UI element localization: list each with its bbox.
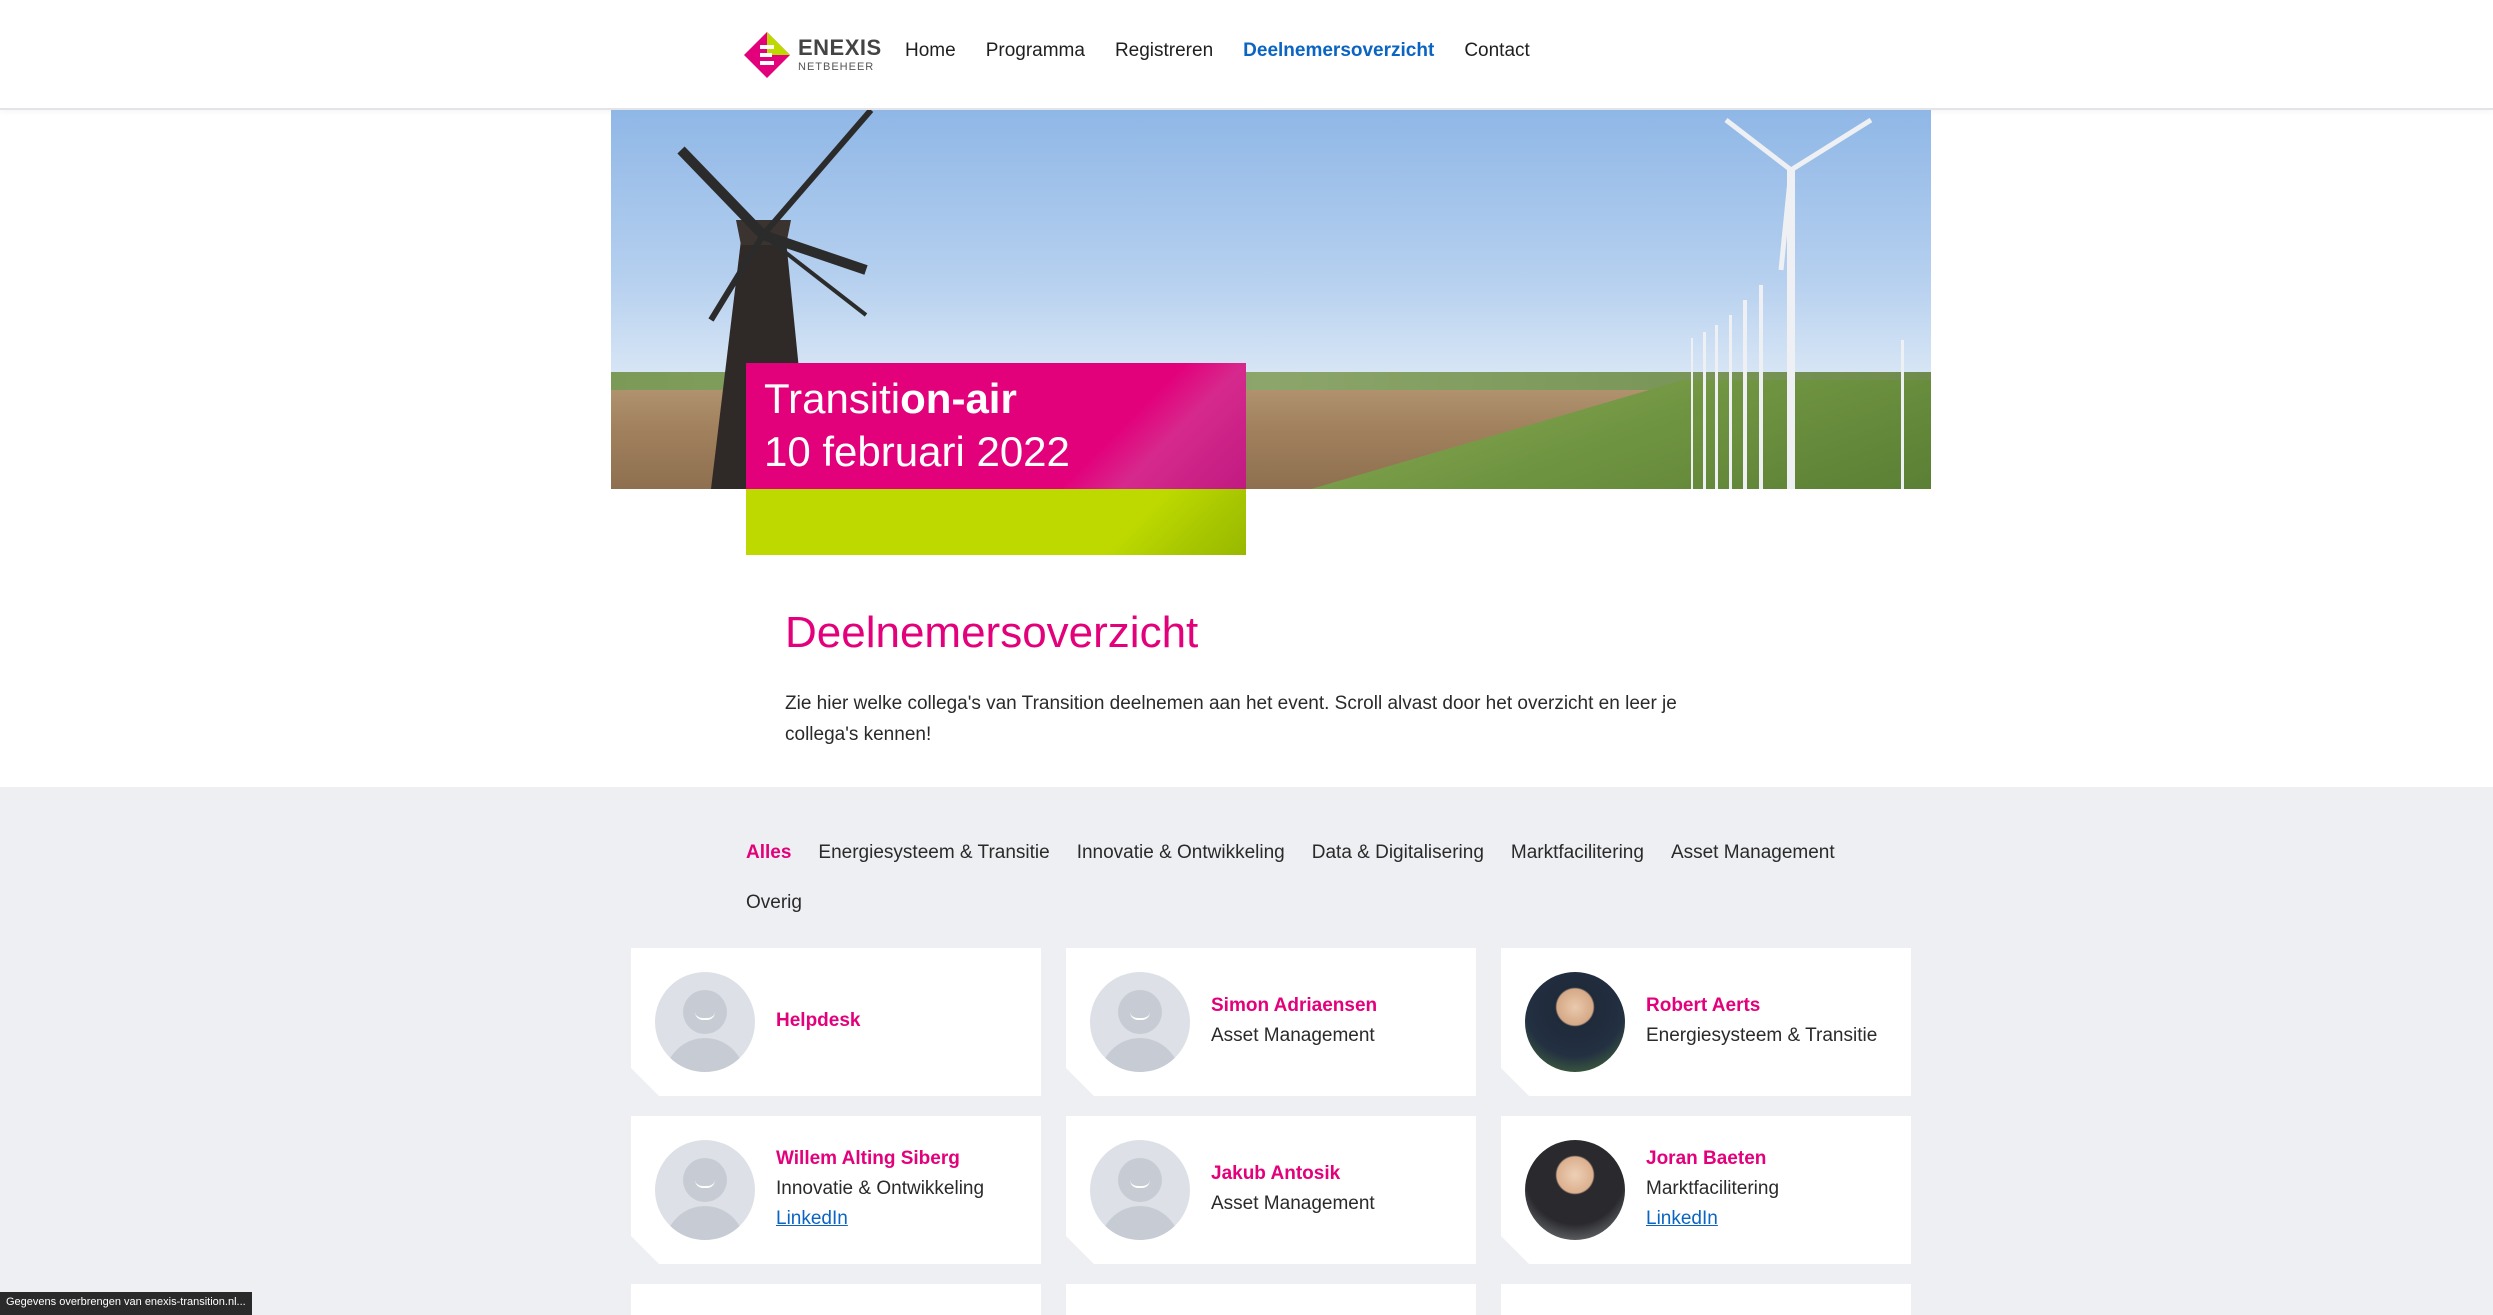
avatar-placeholder xyxy=(655,1140,755,1240)
filter-marktfacilitering[interactable]: Marktfacilitering xyxy=(1511,842,1644,864)
participant-department: Marktfacilitering xyxy=(1646,1178,1780,1199)
participant-name: Simon Adriaensen xyxy=(1211,995,1378,1016)
event-date: 10 februari 2022 xyxy=(764,428,1070,475)
nav-home[interactable]: Home xyxy=(905,40,956,62)
avatar-placeholder xyxy=(1090,972,1190,1072)
nav-programma[interactable]: Programma xyxy=(986,40,1085,62)
intro-text: Zie hier welke collega's van Transition … xyxy=(785,693,1677,745)
linkedin-link[interactable]: LinkedIn xyxy=(1646,1208,1718,1230)
enexis-logo[interactable]: ENEXIS NETBEHEER xyxy=(744,30,881,80)
event-title: Transition-air xyxy=(764,375,1017,422)
participant-card[interactable]: Joran Baeten Marktfacilitering LinkedIn xyxy=(1501,1116,1911,1264)
filter-alles[interactable]: Alles xyxy=(746,842,791,864)
filter-overig[interactable]: Overig xyxy=(746,892,802,914)
event-title-accent xyxy=(746,489,1246,555)
participant-name: Robert Aerts xyxy=(1646,995,1761,1016)
page-title: Deelnemersoverzicht xyxy=(785,608,1199,657)
avatar-photo xyxy=(1525,972,1625,1072)
participant-department: Energiesysteem & Transitie xyxy=(1646,1025,1878,1046)
logo-subtitle: NETBEHEER xyxy=(798,61,875,73)
avatar-placeholder xyxy=(655,972,755,1072)
participant-name: Helpdesk xyxy=(776,1010,861,1031)
participant-department: Asset Management xyxy=(1211,1025,1375,1046)
category-filters: Alles Energiesysteem & Transitie Innovat… xyxy=(746,828,1835,928)
logo-wordmark: ENEXIS xyxy=(798,35,882,60)
filter-energiesysteem-transitie[interactable]: Energiesysteem & Transitie xyxy=(818,842,1049,864)
browser-status-bar: Gegevens overbrengen van enexis-transiti… xyxy=(0,1292,252,1315)
nav-contact[interactable]: Contact xyxy=(1464,40,1529,62)
participant-card[interactable]: Helpdesk xyxy=(631,948,1041,1096)
participant-name: Willem Alting Siberg xyxy=(776,1148,960,1169)
participant-department: Innovatie & Ontwikkeling xyxy=(776,1178,985,1199)
participant-name: Jakub Antosik xyxy=(1211,1163,1341,1184)
main-navigation: Home Programma Registreren Deelnemersove… xyxy=(905,40,1560,62)
site-header: ENEXIS NETBEHEER Home Programma Registre… xyxy=(0,0,2493,110)
filter-innovatie-ontwikkeling[interactable]: Innovatie & Ontwikkeling xyxy=(1077,842,1285,864)
participant-card[interactable]: Robert Aerts Energiesysteem & Transitie xyxy=(1501,948,1911,1096)
avatar-photo xyxy=(1525,1140,1625,1240)
participant-card[interactable] xyxy=(1066,1284,1476,1315)
filter-asset-management[interactable]: Asset Management xyxy=(1671,842,1835,864)
participant-card[interactable]: Willem Alting Siberg Innovatie & Ontwikk… xyxy=(631,1116,1041,1264)
enexis-logo-icon xyxy=(744,32,790,78)
participant-card[interactable] xyxy=(631,1284,1041,1315)
nav-registreren[interactable]: Registreren xyxy=(1115,40,1213,62)
participant-name: Joran Baeten xyxy=(1646,1148,1767,1169)
nav-deelnemersoverzicht[interactable]: Deelnemersoverzicht xyxy=(1243,40,1434,62)
participant-department: Asset Management xyxy=(1211,1193,1375,1214)
participant-card[interactable]: Jakub Antosik Asset Management xyxy=(1066,1116,1476,1264)
filter-data-digitalisering[interactable]: Data & Digitalisering xyxy=(1312,842,1484,864)
participant-card[interactable] xyxy=(1501,1284,1911,1315)
linkedin-link[interactable]: LinkedIn xyxy=(776,1208,848,1230)
participant-card[interactable]: Simon Adriaensen Asset Management xyxy=(1066,948,1476,1096)
avatar-placeholder xyxy=(1090,1140,1190,1240)
